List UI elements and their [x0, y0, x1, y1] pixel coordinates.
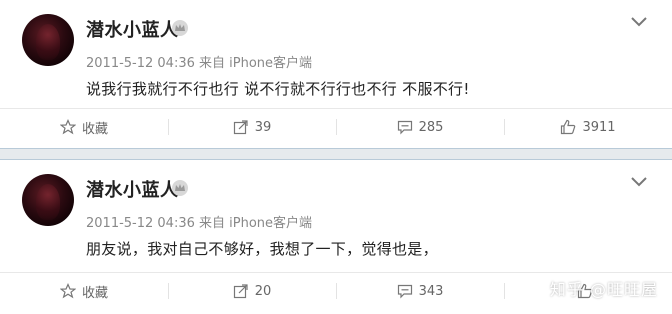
- username[interactable]: 潜水小蓝人: [86, 16, 179, 42]
- chevron-down-icon[interactable]: [630, 16, 648, 28]
- repost-count: 20: [254, 283, 272, 299]
- avatar[interactable]: [22, 174, 74, 226]
- username[interactable]: 潜水小蓝人: [86, 176, 179, 202]
- repost-button[interactable]: 20: [168, 273, 336, 309]
- action-bar: 收藏 39 285 3911: [0, 108, 672, 145]
- avatar[interactable]: [22, 14, 74, 66]
- favorite-button[interactable]: 收藏: [0, 273, 168, 309]
- crown-badge-icon: [172, 20, 188, 36]
- star-icon: [59, 283, 76, 299]
- avatar-figure: [36, 184, 60, 220]
- watermark: 知乎 @旺旺屋: [549, 280, 658, 299]
- post-meta: 2011-5-12 04:36 来自 iPhone客户端: [86, 56, 313, 71]
- chevron-down-icon[interactable]: [630, 176, 648, 188]
- favorite-label: 收藏: [81, 285, 108, 301]
- avatar-figure: [36, 24, 60, 60]
- post-divider: [0, 148, 672, 160]
- like-button[interactable]: 3911: [504, 109, 672, 145]
- crown-badge-icon: [172, 180, 188, 196]
- post-content: 说我行我就行不行也行 说不行就不行行也不行 不服不行!: [86, 80, 470, 98]
- post-content: 朋友说，我对自己不够好，我想了一下，觉得也是，: [86, 240, 438, 258]
- comment-count: 285: [418, 119, 444, 135]
- like-count: 3911: [582, 119, 616, 135]
- comment-icon: [397, 284, 412, 299]
- favorite-label: 收藏: [81, 121, 108, 137]
- comment-button[interactable]: 285: [336, 109, 504, 145]
- share-icon: [233, 284, 248, 299]
- weibo-post: 潜水小蓝人 2011-5-12 04:36 来自 iPhone客户端 说我行我就…: [0, 0, 672, 148]
- thumbs-up-icon: [561, 119, 576, 135]
- comment-icon: [397, 120, 412, 135]
- share-icon: [233, 120, 248, 135]
- repost-count: 39: [254, 119, 272, 135]
- star-icon: [59, 119, 76, 135]
- repost-button[interactable]: 39: [168, 109, 336, 145]
- post-meta: 2011-5-12 04:36 来自 iPhone客户端: [86, 216, 313, 231]
- comment-count: 343: [418, 283, 444, 299]
- favorite-button[interactable]: 收藏: [0, 109, 168, 145]
- comment-button[interactable]: 343: [336, 273, 504, 309]
